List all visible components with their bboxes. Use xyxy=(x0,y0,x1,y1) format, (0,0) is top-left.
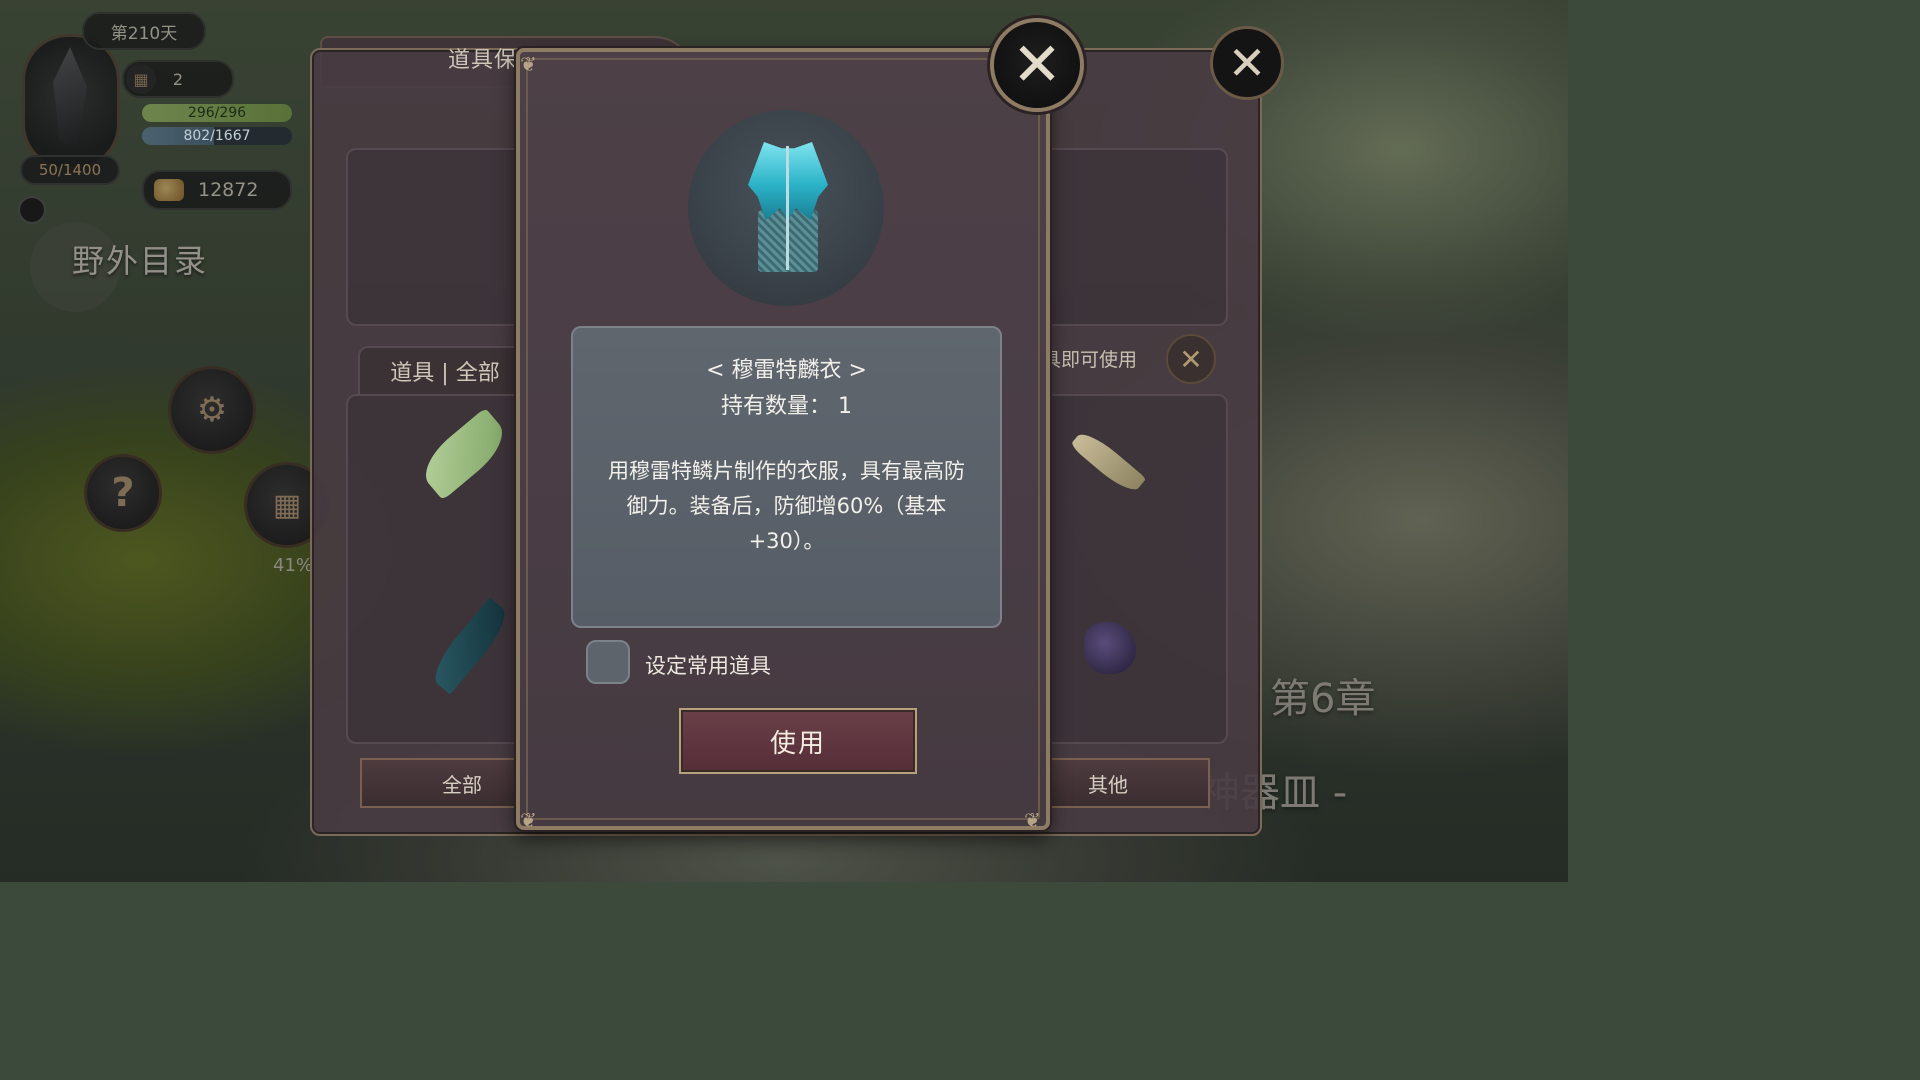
item-description: 用穆雷特鳞片制作的衣服，具有最高防御力。装备后，防御增60%（基本+30）。 xyxy=(608,459,965,553)
mp-value: 802/1667 xyxy=(183,128,251,144)
favorite-checkbox[interactable] xyxy=(586,640,630,684)
filter-tab[interactable]: 道具 | 全部 xyxy=(358,346,532,396)
corner-ornament-icon: ❦ xyxy=(1024,808,1041,832)
close-icon[interactable]: ✕ xyxy=(1166,334,1216,384)
favorite-label: 设定常用道具 xyxy=(645,654,771,678)
close-icon[interactable]: ✕ xyxy=(990,18,1084,112)
item-grid-left xyxy=(346,394,530,744)
close-icon[interactable]: ✕ xyxy=(1210,26,1284,100)
corner-ornament-icon: ❦ xyxy=(520,808,537,832)
use-button[interactable]: 使用 xyxy=(679,708,917,774)
item-name: < 穆雷特麟衣 > xyxy=(706,358,867,383)
armor-zipper xyxy=(786,146,789,270)
item-description-box: < 穆雷特麟衣 > 持有数量： 1 用穆雷特鳞片制作的衣服，具有最高防御力。装备… xyxy=(571,326,1002,628)
item-count: 持有数量： 1 xyxy=(721,394,852,419)
hp-value: 296/296 xyxy=(187,105,247,121)
storage-detail-panel xyxy=(1040,148,1228,326)
item-grid-right xyxy=(1040,394,1228,744)
scale-armor-icon xyxy=(748,142,828,274)
corner-ornament-icon: ❦ xyxy=(520,52,537,76)
storage-preview-panel xyxy=(346,148,530,326)
